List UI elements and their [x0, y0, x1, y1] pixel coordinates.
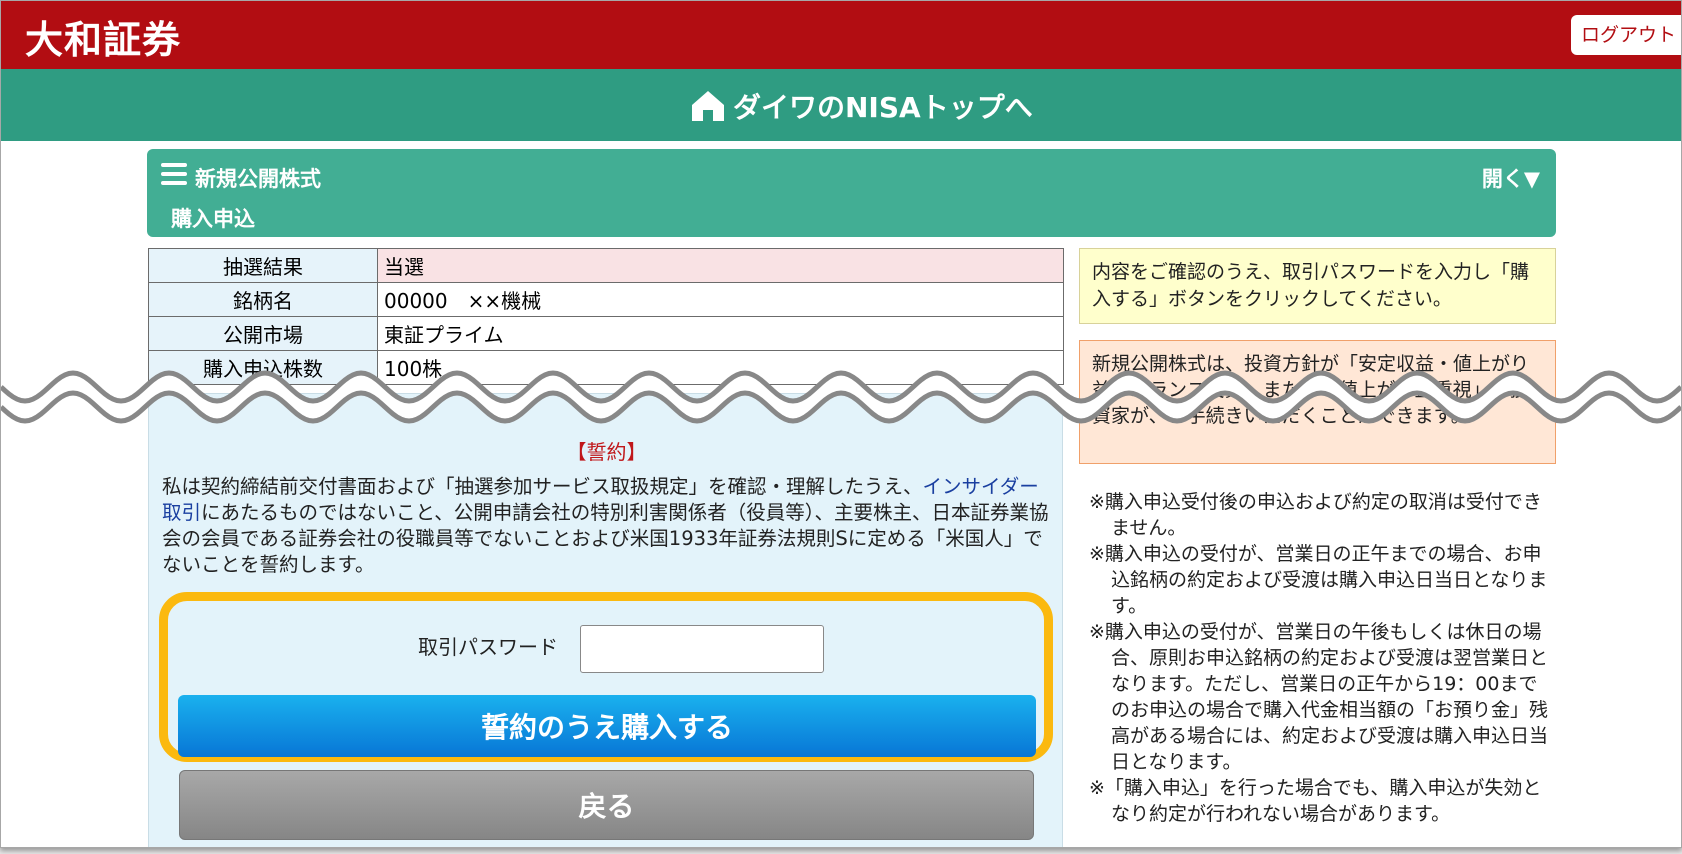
oath-title: 【誓約】 — [566, 440, 647, 464]
open-toggle[interactable]: 開く▼ — [1482, 163, 1540, 193]
table-label: 購入申込株数 — [148, 350, 378, 385]
table-value: 00000 ××機械 — [377, 282, 1064, 317]
table-label: 抽選結果 — [148, 248, 378, 283]
table-value: 東証プライム — [377, 316, 1064, 351]
password-label: 取引パスワード — [418, 635, 558, 659]
agree-and-buy-button[interactable]: 誓約のうえ購入する — [178, 695, 1036, 757]
table-row: 抽選結果 当選 — [148, 248, 1064, 283]
oath-text-part1: 私は契約締結前交付書面および「抽選参加サービス取扱規定」を確認・理解したうえ、 — [162, 475, 923, 498]
browser-frame: 大和証券 ログアウト ダイワのNISAトップへ 新規公開株式 購入申込 開く▼ … — [0, 0, 1682, 848]
oath-panel: 【誓約】 私は契約締結前交付書面および「抽選参加サービス取扱規定」を確認・理解し… — [148, 393, 1063, 847]
note-item: ※購入申込受付後の申込および約定の取消は受付できません。 — [1089, 491, 1542, 539]
password-highlight-box: 取引パスワード 誓約のうえ購入する — [159, 592, 1053, 762]
password-input[interactable] — [580, 625, 824, 673]
daiwa-logo[interactable]: 大和証券 — [25, 9, 181, 64]
house-icon — [691, 90, 725, 122]
section-header: 新規公開株式 購入申込 開く▼ — [147, 149, 1556, 237]
table-value: 100株 — [377, 350, 1064, 385]
nisa-top-label: ダイワのNISAトップへ — [733, 91, 1033, 124]
nisa-top-link[interactable]: ダイワのNISAトップへ — [1, 69, 1681, 141]
top-header: 大和証券 ログアウト — [1, 1, 1681, 69]
oath-text: 私は契約締結前交付書面および「抽選参加サービス取扱規定」を確認・理解したうえ、イ… — [162, 474, 1052, 578]
oath-text-part2: にあたるものではないこと、公開申請会社の特別利害関係者（役員等）、主要株主、日本… — [162, 501, 1049, 576]
note-item: ※購入申込の受付が、営業日の午後もしくは休日の場合、原則お申込銘柄の約定および受… — [1089, 621, 1549, 773]
table-label: 公開市場 — [148, 316, 378, 351]
note-item: ※購入申込の受付が、営業日の正午までの場合、お申込銘柄の約定および受渡は購入申込… — [1089, 543, 1548, 617]
table-row: 銘柄名 00000 ××機械 — [148, 282, 1064, 317]
table-label: 銘柄名 — [148, 282, 378, 317]
note-item: ※「購入申込」を行った場合でも、購入申込が失効となり約定が行われない場合がありま… — [1089, 777, 1542, 825]
instruction-notice: 内容をご確認のうえ、取引パスワードを入力し「購入する」ボタンをクリックしてくださ… — [1079, 248, 1556, 324]
eligibility-notice: 新規公開株式は、投資方針が「安定収益・値上がり益のバランス投資」または「値上がり… — [1079, 340, 1556, 464]
notes-list: ※購入申込受付後の申込および約定の取消は受付できません。 ※購入申込の受付が、営… — [1089, 489, 1549, 827]
logout-button[interactable]: ログアウト — [1571, 15, 1681, 55]
section-subtitle: 購入申込 — [171, 207, 255, 231]
table-row: 公開市場 東証プライム — [148, 316, 1064, 351]
back-button[interactable]: 戻る — [179, 770, 1034, 840]
order-info-table: 抽選結果 当選 銘柄名 00000 ××機械 公開市場 東証プライム 購入申込株… — [148, 248, 1064, 385]
table-row: 購入申込株数 100株 — [148, 350, 1064, 385]
menu-icon[interactable] — [161, 163, 187, 185]
table-value: 当選 — [377, 248, 1064, 283]
section-title: 新規公開株式 — [195, 167, 321, 191]
